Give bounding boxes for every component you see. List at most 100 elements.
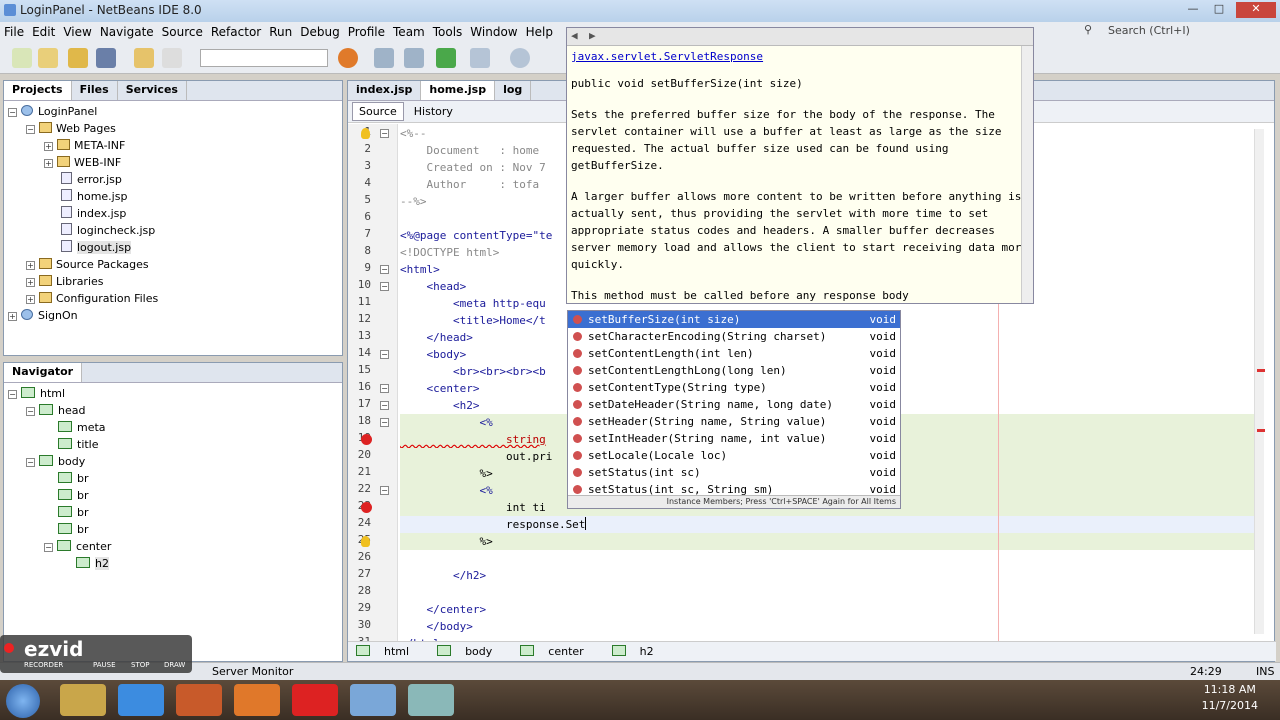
menu-run[interactable]: Run — [269, 25, 292, 39]
code-line[interactable]: </body> — [400, 618, 1260, 635]
code-line[interactable] — [400, 584, 1260, 601]
save-all-icon[interactable] — [96, 48, 116, 68]
expand-icon[interactable]: + — [44, 142, 53, 151]
tree-item-error-jsp[interactable]: error.jsp — [4, 171, 342, 188]
javadoc-scrollbar[interactable] — [1021, 46, 1033, 303]
menu-window[interactable]: Window — [470, 25, 517, 39]
collapse-icon[interactable]: − — [8, 108, 17, 117]
tree-item-loginpanel[interactable]: − LoginPanel — [4, 103, 342, 120]
code-line[interactable]: </center> — [400, 601, 1260, 618]
tab-services[interactable]: Services — [118, 81, 187, 100]
tab-index-jsp[interactable]: index.jsp — [348, 81, 422, 100]
nav-item-center[interactable]: − center — [4, 538, 342, 555]
tab-logout-jsp[interactable]: log — [495, 81, 532, 100]
hint-bulb-icon[interactable] — [361, 536, 370, 547]
fold-icon[interactable]: − — [380, 129, 389, 138]
tab-files[interactable]: Files — [72, 81, 118, 100]
tab-home-jsp[interactable]: home.jsp — [421, 81, 496, 100]
tree-item-libraries[interactable]: + Libraries — [4, 273, 342, 290]
nav-item-body[interactable]: − body — [4, 453, 342, 470]
expand-icon[interactable]: + — [44, 159, 53, 168]
error-marker[interactable] — [1257, 429, 1265, 432]
completion-item[interactable]: setIntHeader(String name, int value) void — [568, 430, 900, 447]
opera-icon[interactable] — [292, 684, 338, 716]
server-monitor-label[interactable]: Server Monitor — [212, 665, 293, 678]
undo-icon[interactable] — [134, 48, 154, 68]
nav-item-title[interactable]: title — [4, 436, 342, 453]
tree-item-signon[interactable]: + SignOn — [4, 307, 342, 324]
breadcrumb-center[interactable]: center — [520, 645, 597, 658]
fold-icon[interactable]: − — [380, 418, 389, 427]
configuration-dropdown[interactable] — [200, 49, 328, 67]
fold-icon[interactable]: − — [380, 486, 389, 495]
completion-item[interactable]: setContentType(String type) void — [568, 379, 900, 396]
code-line[interactable]: %> — [400, 533, 1260, 550]
open-project-icon[interactable] — [68, 48, 88, 68]
collapse-icon[interactable]: − — [26, 125, 35, 134]
expand-icon[interactable]: + — [26, 261, 35, 270]
source-tab[interactable]: Source — [352, 102, 404, 121]
completion-item[interactable]: setBufferSize(int size) void — [568, 311, 900, 328]
collapse-icon[interactable]: − — [26, 458, 35, 467]
system-clock[interactable]: 11:18 AM 11/7/2014 — [1202, 682, 1258, 714]
breadcrumb-html[interactable]: html — [356, 645, 423, 658]
nav-item-html[interactable]: − html — [4, 385, 342, 402]
app-taskbar-icon[interactable] — [408, 684, 454, 716]
nav-item-h2[interactable]: h2 — [4, 555, 342, 572]
profile-icon[interactable] — [510, 48, 530, 68]
code-line[interactable] — [400, 550, 1260, 567]
build-icon[interactable] — [374, 48, 394, 68]
menu-refactor[interactable]: Refactor — [211, 25, 261, 39]
javadoc-popup[interactable]: ◀ ▶ javax.servlet.ServletResponse public… — [566, 27, 1034, 304]
nav-item-head[interactable]: − head — [4, 402, 342, 419]
netbeans-taskbar-icon[interactable] — [350, 684, 396, 716]
menu-profile[interactable]: Profile — [348, 25, 385, 39]
menu-navigate[interactable]: Navigate — [100, 25, 154, 39]
tree-item-logincheck-jsp[interactable]: logincheck.jsp — [4, 222, 342, 239]
nav-item-br[interactable]: br — [4, 504, 342, 521]
start-button-icon[interactable] — [6, 684, 40, 718]
tab-projects[interactable]: Projects — [4, 81, 72, 100]
expand-icon[interactable]: + — [8, 312, 17, 321]
completion-item[interactable]: setLocale(Locale loc) void — [568, 447, 900, 464]
menu-view[interactable]: View — [63, 25, 91, 39]
explorer-icon[interactable] — [60, 684, 106, 716]
expand-icon[interactable]: + — [26, 295, 35, 304]
error-icon[interactable] — [361, 502, 372, 513]
internet-explorer-icon[interactable] — [118, 684, 164, 716]
expand-icon[interactable]: + — [26, 278, 35, 287]
browser-icon[interactable] — [338, 48, 358, 68]
collapse-icon[interactable]: − — [44, 543, 53, 552]
tree-item-configuration-files[interactable]: + Configuration Files — [4, 290, 342, 307]
error-icon[interactable] — [361, 434, 372, 445]
new-file-icon[interactable] — [12, 48, 32, 68]
menu-debug[interactable]: Debug — [300, 25, 339, 39]
code-line[interactable]: </h2> — [400, 567, 1260, 584]
collapse-icon[interactable]: − — [8, 390, 17, 399]
redo-icon[interactable] — [162, 48, 182, 68]
fold-icon[interactable]: − — [380, 265, 389, 274]
draw-button[interactable]: DRAW — [164, 661, 185, 669]
pause-button[interactable]: PAUSE — [93, 661, 116, 669]
nav-item-br[interactable]: br — [4, 487, 342, 504]
code-completion-popup[interactable]: setBufferSize(int size) void setCharacterE… — [567, 310, 901, 509]
completion-item[interactable]: setDateHeader(String name, long date) voi… — [568, 396, 900, 413]
fold-icon[interactable]: − — [380, 282, 389, 291]
run-icon[interactable] — [436, 48, 456, 68]
nav-item-br[interactable]: br — [4, 521, 342, 538]
hint-bulb-icon[interactable] — [361, 128, 370, 139]
tree-item-home-jsp[interactable]: home.jsp — [4, 188, 342, 205]
tree-item-web-inf[interactable]: + WEB-INF — [4, 154, 342, 171]
tree-item-logout-jsp[interactable]: logout.jsp — [4, 239, 342, 256]
stop-button[interactable]: STOP — [131, 661, 149, 669]
maximize-icon[interactable]: □ — [1206, 2, 1232, 18]
code-line[interactable]: response.Set — [400, 516, 1260, 533]
forward-icon[interactable]: ▶ — [589, 29, 596, 42]
debug-icon[interactable] — [470, 48, 490, 68]
history-tab[interactable]: History — [408, 103, 459, 120]
breadcrumb-body[interactable]: body — [437, 645, 506, 658]
fold-icon[interactable]: − — [380, 401, 389, 410]
completion-item[interactable]: setCharacterEncoding(String charset) void — [568, 328, 900, 345]
search-box[interactable]: ⚲ Search (Ctrl+I) — [1080, 22, 1270, 40]
menu-help[interactable]: Help — [526, 25, 553, 39]
